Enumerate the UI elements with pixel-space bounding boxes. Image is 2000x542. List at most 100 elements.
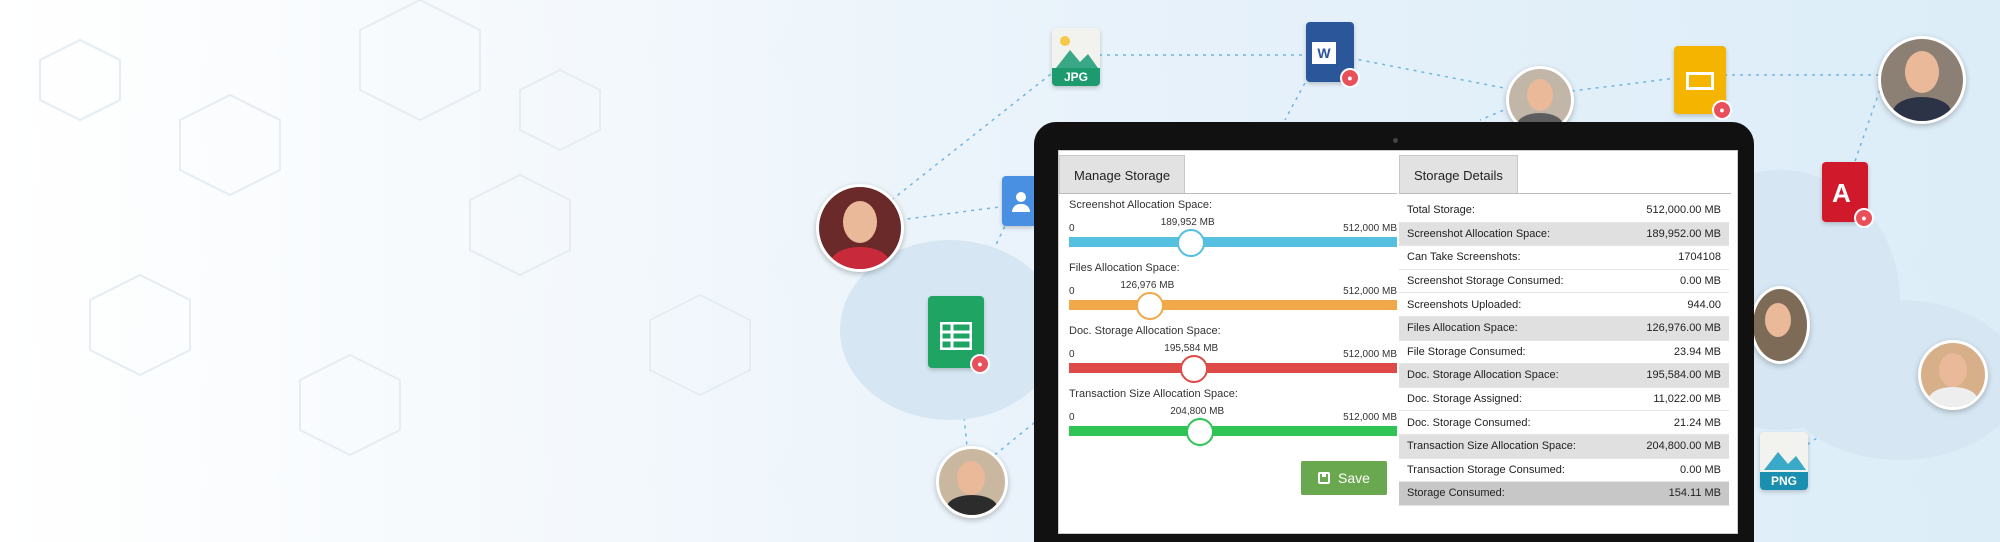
avatar [1878, 36, 1966, 124]
table-row: Doc. Storage Assigned: 11,022.00 MB [1399, 387, 1729, 412]
detail-value: 189,952.00 MB [1620, 222, 1729, 247]
table-row: Doc. Storage Allocation Space: 195,584.00… [1399, 363, 1729, 388]
slider-block: Screenshot Allocation Space: 0 512,000 MB 1… [1059, 199, 1397, 259]
slides-file-icon: ● [1674, 46, 1732, 120]
table-row: Doc. Storage Consumed: 21.24 MB [1399, 410, 1729, 435]
detail-value: 0.00 MB [1620, 269, 1729, 294]
jpg-file-icon: JPG [1052, 28, 1100, 86]
slider-track[interactable] [1069, 237, 1397, 247]
table-row: Screenshot Storage Consumed: 0.00 MB [1399, 269, 1729, 294]
sheets-grid-glyph [940, 322, 972, 350]
detail-label: File Storage Consumed: [1399, 340, 1621, 365]
table-row: Files Allocation Space: 126,976.00 MB [1399, 316, 1729, 341]
manage-storage-tab[interactable]: Manage Storage [1059, 155, 1186, 194]
slider-value-label: 204,800 MB [1170, 406, 1225, 417]
slider-min-label: 0 [1069, 349, 1075, 360]
jpg-label: JPG [1063, 70, 1088, 84]
slider-min-label: 0 [1069, 223, 1075, 234]
detail-label: Screenshots Uploaded: [1399, 292, 1621, 317]
detail-label: Screenshot Allocation Space: [1399, 222, 1621, 247]
slider-max-label: 512,000 MB [1343, 412, 1397, 423]
detail-value: 21.24 MB [1620, 410, 1729, 435]
slider-track[interactable] [1069, 426, 1397, 436]
slider-track[interactable] [1069, 300, 1397, 310]
avatar [1918, 340, 1988, 410]
slider-track[interactable] [1069, 363, 1397, 373]
png-file-icon: PNG [1760, 432, 1808, 490]
contacts-file-icon [1002, 176, 1034, 226]
detail-value: 944.00 [1620, 292, 1729, 317]
slider-min-label: 0 [1069, 286, 1075, 297]
detail-value: 0.00 MB [1620, 458, 1729, 483]
detail-value: 195,584.00 MB [1620, 363, 1729, 388]
slider-value-label: 126,976 MB [1120, 280, 1175, 291]
word-letter: W [1312, 42, 1336, 64]
slider-thumb[interactable] [1136, 292, 1165, 320]
detail-label: Doc. Storage Allocation Space: [1399, 363, 1621, 388]
lock-badge-icon: ● [1854, 208, 1874, 228]
slider-max-label: 512,000 MB [1343, 286, 1397, 297]
slider-value-label: 195,584 MB [1164, 343, 1219, 354]
detail-value: 23.94 MB [1620, 340, 1729, 365]
table-row: Storage Consumed: 154.11 MB [1399, 481, 1729, 506]
table-row: Total Storage: 512,000.00 MB [1399, 199, 1729, 223]
detail-label: Can Take Screenshots: [1399, 245, 1621, 270]
word-file-icon: W ● [1306, 22, 1360, 88]
slider-max-label: 512,000 MB [1343, 223, 1397, 234]
storage-details-panel: Storage Details Total Storage: 512,000.00… [1399, 155, 1731, 527]
lock-badge-icon: ● [1340, 68, 1360, 88]
slider-label: Doc. Storage Allocation Space: [1069, 325, 1221, 337]
pdf-glyph: A [1832, 178, 1851, 208]
pdf-file-icon: A ● [1822, 162, 1874, 228]
slider-block: Files Allocation Space: 0 512,000 MB 126,97… [1059, 262, 1397, 322]
slides-glyph [1686, 72, 1714, 90]
laptop-camera [1393, 138, 1398, 143]
slider-label: Files Allocation Space: [1069, 262, 1180, 274]
detail-value: 126,976.00 MB [1620, 316, 1729, 341]
floppy-disk-icon [1318, 472, 1331, 484]
save-button-label: Save [1338, 470, 1370, 486]
detail-value: 11,022.00 MB [1620, 387, 1729, 412]
detail-label: Doc. Storage Consumed: [1399, 410, 1621, 435]
table-row: Transaction Size Allocation Space: 204,80… [1399, 434, 1729, 459]
detail-value: 154.11 MB [1620, 481, 1729, 506]
tab-divider [1399, 193, 1731, 194]
table-row: Screenshot Allocation Space: 189,952.00 M… [1399, 222, 1729, 247]
save-button[interactable]: Save [1301, 461, 1387, 495]
slider-value-label: 189,952 MB [1160, 217, 1215, 228]
manage-storage-panel: Manage Storage Screenshot Allocation Spa… [1059, 155, 1397, 527]
slider-thumb[interactable] [1176, 229, 1205, 257]
detail-value: 1704108 [1620, 245, 1729, 270]
slider-block: Doc. Storage Allocation Space: 0 512,000 M… [1059, 325, 1397, 385]
storage-details-tab[interactable]: Storage Details [1399, 155, 1518, 194]
table-row: Can Take Screenshots: 1704108 [1399, 245, 1729, 270]
lock-badge-icon: ● [1712, 100, 1732, 120]
tab-divider [1059, 193, 1397, 194]
storage-details-table: Total Storage: 512,000.00 MB Screenshot Al… [1399, 199, 1729, 506]
avatar [1750, 286, 1810, 364]
detail-label: Files Allocation Space: [1399, 316, 1621, 341]
table-row: File Storage Consumed: 23.94 MB [1399, 340, 1729, 365]
detail-label: Transaction Storage Consumed: [1399, 458, 1621, 483]
slider-label: Screenshot Allocation Space: [1069, 199, 1213, 211]
detail-label: Total Storage: [1399, 199, 1621, 223]
detail-value: 512,000.00 MB [1620, 199, 1729, 223]
slider-thumb[interactable] [1186, 418, 1215, 446]
slider-block: Transaction Size Allocation Space: 0 512,0… [1059, 388, 1397, 448]
detail-label: Storage Consumed: [1399, 481, 1621, 506]
detail-label: Screenshot Storage Consumed: [1399, 269, 1621, 294]
table-row: Screenshots Uploaded: 944.00 [1399, 292, 1729, 317]
sheets-file-icon: ● [928, 296, 990, 374]
avatar [936, 446, 1008, 518]
detail-label: Doc. Storage Assigned: [1399, 387, 1621, 412]
png-label: PNG [1770, 474, 1797, 488]
detail-label: Transaction Size Allocation Space: [1399, 434, 1621, 459]
table-row: Transaction Storage Consumed: 0.00 MB [1399, 458, 1729, 483]
storage-app-window: Manage Storage Screenshot Allocation Spa… [1058, 150, 1738, 534]
detail-value: 204,800.00 MB [1620, 434, 1729, 459]
slider-min-label: 0 [1069, 412, 1075, 423]
avatar [816, 184, 904, 272]
slider-max-label: 512,000 MB [1343, 349, 1397, 360]
slider-thumb[interactable] [1180, 355, 1209, 383]
slider-label: Transaction Size Allocation Space: [1069, 388, 1238, 400]
